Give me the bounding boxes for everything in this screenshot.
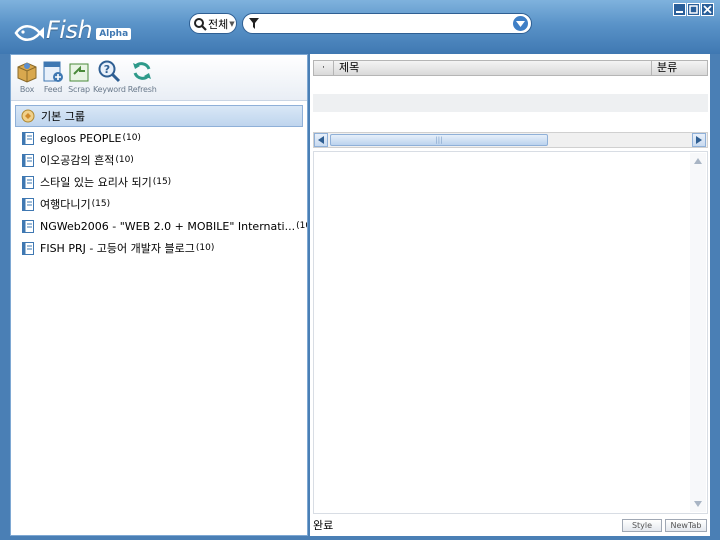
arrow-left-icon — [318, 136, 324, 144]
window-controls — [673, 3, 714, 16]
search-box — [242, 13, 532, 34]
scroll-right-button[interactable] — [692, 133, 706, 147]
tree-feed-item[interactable]: egloos PEOPLE (10) — [11, 127, 307, 149]
keyword-button[interactable]: ? Keyword — [93, 59, 126, 100]
maximize-icon — [689, 5, 698, 14]
box-button[interactable]: Box — [15, 59, 39, 100]
search-scope-select[interactable]: 전체 ▼ — [189, 13, 237, 34]
arrow-right-icon — [696, 136, 702, 144]
feed-title: NGWeb2006 - "WEB 2.0 + MOBILE" Internati… — [40, 219, 296, 233]
feed-count: (15) — [152, 177, 172, 187]
feed-icon — [22, 131, 34, 145]
scrap-button[interactable]: Scrap — [67, 59, 91, 100]
svg-text:?: ? — [104, 63, 110, 76]
search-icon — [194, 17, 207, 31]
title-bar: Fish Alpha 전체 ▼ — [0, 0, 720, 54]
feed-count: (10) — [122, 133, 141, 143]
search-scope-label: 전체 — [208, 17, 229, 31]
chevron-down-icon — [516, 20, 525, 27]
feed-icon — [22, 197, 34, 211]
scrap-icon — [69, 63, 89, 82]
box-button-label: Box — [19, 85, 35, 94]
arrow-up-icon — [694, 158, 702, 164]
vertical-scrollbar[interactable] — [690, 153, 706, 512]
feed-count: (15) — [91, 199, 111, 209]
main-pane: · 제목 분류 ||| 완료 Style NewTab — [310, 54, 710, 536]
tree-feed-item[interactable]: 이오공감의 흔적 (10) — [11, 149, 307, 171]
feed-count: (10) — [296, 221, 307, 231]
fish-logo-icon — [14, 25, 44, 41]
feed-title: 이오공감의 흔적 — [40, 154, 115, 167]
column-header-title[interactable]: 제목 — [334, 61, 652, 75]
minimize-icon — [676, 11, 683, 13]
tree-feed-item[interactable]: 여행다니기 (15) — [11, 193, 307, 215]
box-icon — [17, 62, 37, 83]
refresh-icon — [133, 62, 152, 80]
feed-button-label: Feed — [43, 85, 63, 94]
chevron-down-icon: ▼ — [229, 19, 235, 28]
scrap-button-label: Scrap — [68, 85, 90, 94]
close-icon — [703, 5, 712, 14]
refresh-button-label: Refresh — [127, 85, 157, 94]
close-button[interactable] — [701, 3, 714, 16]
keyword-button-label: Keyword — [93, 85, 126, 94]
arrow-down-icon — [694, 501, 702, 507]
maximize-button[interactable] — [687, 3, 700, 16]
feed-button[interactable]: Feed — [41, 59, 65, 100]
filter-icon — [249, 18, 259, 29]
alpha-badge: Alpha — [96, 28, 132, 40]
app-name: Fish — [46, 16, 93, 44]
search-input[interactable] — [261, 15, 513, 32]
scroll-thumb[interactable]: ||| — [330, 134, 548, 146]
style-button[interactable]: Style — [622, 518, 662, 532]
status-bar: 완료 Style NewTab — [310, 516, 710, 534]
status-text: 완료 — [313, 519, 334, 532]
feed-icon — [22, 241, 34, 255]
feed-title: egloos PEOPLE — [40, 131, 122, 145]
scroll-down-button[interactable] — [691, 497, 705, 511]
feed-tree: 기본 그룹 egloos PEOPLE (10) 이오공감의 흔적 (10) 스타일… — [11, 101, 307, 259]
column-header-category[interactable]: 분류 — [652, 61, 707, 75]
folder-group-icon — [21, 109, 35, 123]
feed-title: 스타일 있는 요리사 되기 — [40, 176, 152, 189]
feed-count: (10) — [115, 155, 134, 165]
article-content-area[interactable] — [313, 151, 708, 514]
feed-icon — [22, 219, 34, 233]
tree-feed-item[interactable]: 스타일 있는 요리사 되기 (15) — [11, 171, 307, 193]
feed-title: FISH PRJ - 고등어 개발자 블로그 — [40, 242, 195, 255]
feed-icon — [22, 175, 34, 189]
scroll-left-button[interactable] — [314, 133, 328, 147]
tree-group-label: 기본 그룹 — [41, 110, 85, 123]
horizontal-scrollbar[interactable]: ||| — [313, 132, 708, 148]
search-dropdown-button[interactable] — [513, 16, 528, 31]
list-item[interactable] — [313, 94, 708, 112]
newtab-button[interactable]: NewTab — [665, 518, 707, 532]
feed-add-icon — [43, 61, 63, 82]
sidebar: Box Feed Scrap ? Keyword Refresh 기본 그룹 e… — [10, 54, 308, 536]
tree-feed-item[interactable]: NGWeb2006 - "WEB 2.0 + MOBILE" Internati… — [11, 215, 307, 237]
tree-feed-item[interactable]: FISH PRJ - 고등어 개발자 블로그 (10) — [11, 237, 307, 259]
feed-icon — [22, 153, 34, 167]
toolbar: Box Feed Scrap ? Keyword Refresh — [11, 55, 307, 101]
minimize-button[interactable] — [673, 3, 686, 16]
refresh-button[interactable]: Refresh — [128, 59, 157, 100]
feed-count: (10) — [195, 243, 215, 253]
article-list-header: · 제목 분류 — [313, 60, 708, 76]
feed-title: 여행다니기 — [40, 198, 91, 211]
app-logo: Fish Alpha — [14, 14, 132, 44]
tree-group-default[interactable]: 기본 그룹 — [15, 105, 303, 127]
scroll-up-button[interactable] — [691, 154, 705, 168]
keyword-search-icon: ? — [98, 60, 121, 83]
column-header-status[interactable]: · — [314, 61, 334, 75]
